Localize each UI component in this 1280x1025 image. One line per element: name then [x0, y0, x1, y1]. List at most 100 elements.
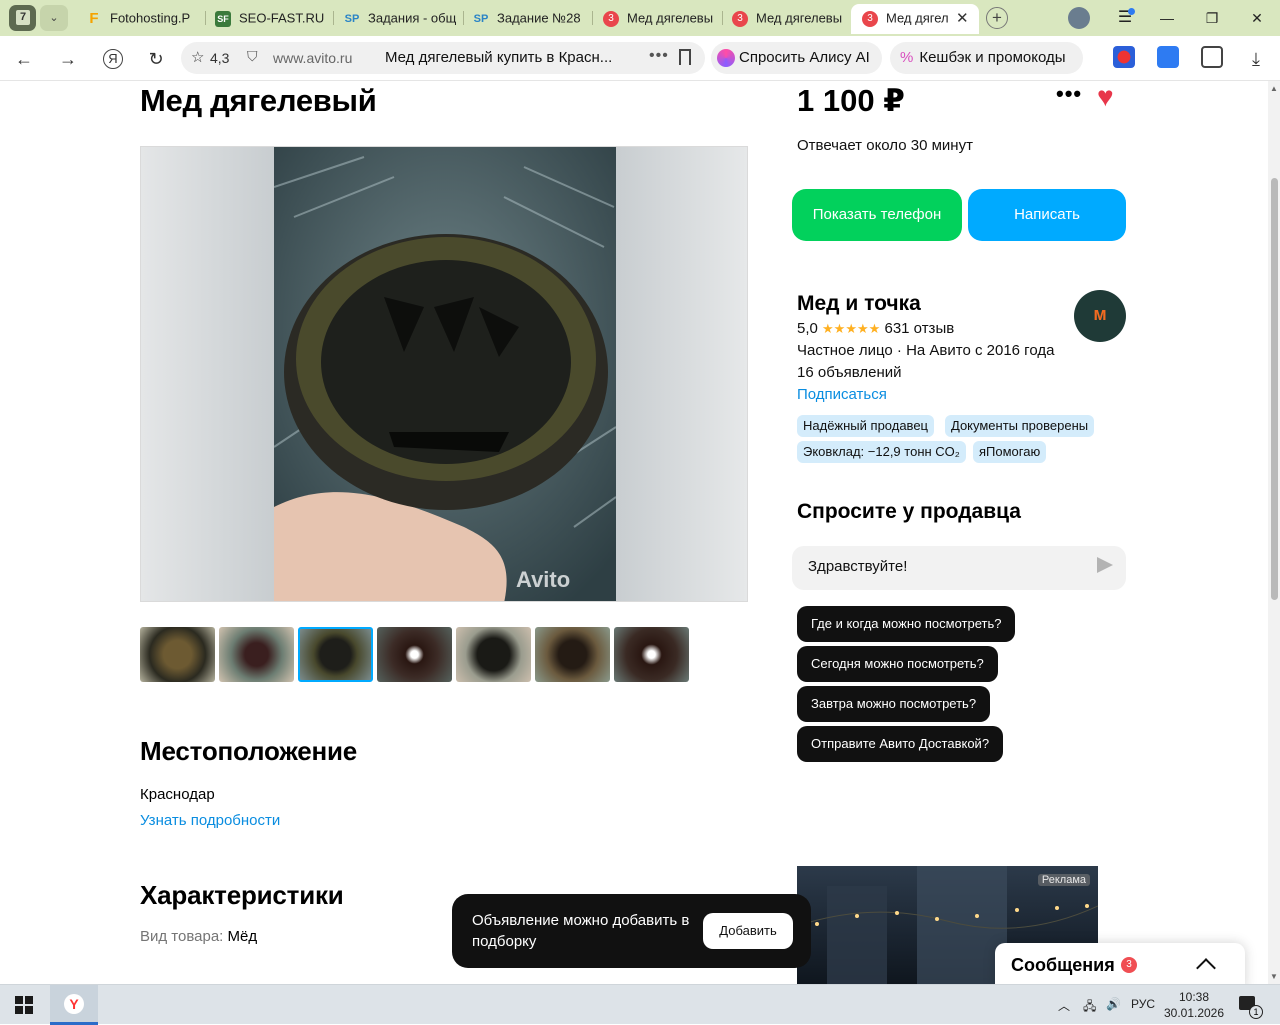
thumbnail-3-selected[interactable]	[298, 627, 373, 682]
seller-rating-value: 5,0	[797, 320, 818, 337]
scroll-up-icon[interactable]: ▲	[1270, 84, 1278, 93]
listing-price: 1 100 ₽	[797, 83, 905, 118]
ask-seller-input[interactable]: Здравствуйте!	[792, 546, 1126, 590]
shield-icon[interactable]: ⛉	[247, 48, 258, 65]
more-icon[interactable]: •••	[649, 47, 669, 65]
cashback-button[interactable]: % Кешбэк и промокоды	[890, 42, 1083, 74]
send-icon[interactable]	[1097, 557, 1113, 573]
tab-list-dropdown-icon[interactable]: ⌄	[40, 5, 68, 31]
close-tab-icon[interactable]: ✕	[956, 9, 969, 27]
tab-label: Мед дягелевы	[756, 10, 843, 26]
language-indicator[interactable]: РУС	[1131, 997, 1155, 1011]
gallery-blur-left	[141, 147, 274, 601]
tab-med-2[interactable]: 3 Мед дягелевы	[732, 5, 844, 31]
tab-label: SEO-FAST.RU	[239, 10, 325, 26]
windows-start-icon[interactable]	[15, 996, 33, 1014]
tab-label: Задание №28	[497, 10, 581, 26]
badge-ya-pomogayu[interactable]: яПомогаю	[973, 441, 1047, 463]
tab-label: Мед дягелевы	[627, 10, 714, 26]
site-rating: 4,3	[210, 50, 230, 66]
chevron-up-icon[interactable]	[1196, 958, 1216, 978]
browser-tab-bar: 7 ⌄ F Fotohosting.P SF SEO-FAST.RU SP Задан…	[0, 0, 1280, 36]
thumbnail-7[interactable]	[614, 627, 689, 682]
add-to-collection-button[interactable]: Добавить	[703, 913, 793, 949]
ask-input-value: Здравствуйте!	[808, 558, 908, 575]
question-today[interactable]: Сегодня можно посмотреть?	[797, 646, 998, 682]
seller-avatar[interactable]: м	[1074, 290, 1126, 342]
extension-globe-icon[interactable]	[1113, 46, 1135, 68]
tab-med-1[interactable]: 3 Мед дягелевы	[603, 5, 715, 31]
reload-button[interactable]: ↻	[143, 46, 169, 72]
downloads-icon[interactable]: ⤓	[1243, 46, 1269, 72]
bookmark-icon[interactable]	[679, 49, 691, 65]
tab-label: Задания - общ	[368, 10, 456, 26]
more-options-icon[interactable]: •••	[1056, 81, 1082, 107]
minimize-button[interactable]: —	[1152, 6, 1182, 30]
volume-icon[interactable]: 🔊	[1106, 997, 1121, 1011]
address-bar[interactable]: ☆ 4,3 ⛉ www.avito.ru Мед дягелевый купит…	[181, 42, 705, 74]
clock[interactable]: 10:38 30.01.2026	[1162, 989, 1226, 1021]
rating-stars-icon: ★★★★★	[822, 321, 881, 336]
question-where-when[interactable]: Где и когда можно посмотреть?	[797, 606, 1016, 642]
seo-fast-icon: SF	[215, 10, 231, 27]
messages-label: Сообщения	[1011, 955, 1115, 975]
seller-rating: 5,0 ★★★★★ 631 отзыв	[797, 320, 954, 337]
toast-message: Объявление можно добавить в подборку	[472, 912, 690, 950]
ask-seller-heading: Спросите у продавца	[797, 500, 1021, 523]
badge-eco-contribution[interactable]: Эковклад: −12,9 тонн CO₂	[797, 441, 966, 463]
address-toolbar: ← → Я ↻ ☆ 4,3 ⛉ www.avito.ru Мед дягелев…	[0, 36, 1280, 81]
thumbnail-4[interactable]	[377, 627, 452, 682]
thumbnail-6[interactable]	[535, 627, 610, 682]
seller-listings-link[interactable]: 16 объявлений	[797, 364, 902, 381]
show-phone-button[interactable]: Показать телефон	[792, 189, 962, 241]
extension-icon[interactable]	[1157, 46, 1179, 68]
sp-icon: SP	[473, 12, 489, 25]
yandex-icon[interactable]: Я	[103, 49, 123, 69]
clock-date: 30.01.2026	[1163, 1006, 1225, 1020]
back-button[interactable]: ←	[11, 46, 37, 72]
tab-count: 7	[16, 10, 30, 25]
new-tab-button[interactable]: +	[986, 7, 1008, 29]
thumbnail-2[interactable]	[219, 627, 294, 682]
taskbar-yandex-browser[interactable]: Y	[50, 985, 98, 1025]
tab-label: Мед дягел	[886, 10, 949, 26]
seller-reviews-link[interactable]: 631 отзыв	[884, 320, 954, 337]
tab-zadaniya[interactable]: SP Задания - общ	[344, 5, 456, 31]
seller-logo-icon: м	[1093, 304, 1107, 324]
collections-icon[interactable]	[1201, 46, 1223, 68]
profile-avatar[interactable]	[1068, 7, 1090, 29]
scroll-down-icon[interactable]: ▼	[1270, 972, 1278, 981]
thumbnail-5[interactable]	[456, 627, 531, 682]
badge-reliable-seller[interactable]: Надёжный продавец	[797, 415, 934, 437]
question-tomorrow[interactable]: Завтра можно посмотреть?	[797, 686, 991, 722]
seller-name[interactable]: Мед и точка	[797, 292, 921, 316]
restore-button[interactable]: ❐	[1197, 6, 1227, 30]
tab-zadanie-28[interactable]: SP Задание №28	[473, 5, 585, 31]
location-more-link[interactable]: Узнать подробности	[140, 812, 280, 829]
badge-documents-verified[interactable]: Документы проверены	[945, 415, 1095, 437]
write-message-button[interactable]: Написать	[968, 189, 1126, 241]
main-product-photo[interactable]	[274, 147, 616, 601]
photo-gallery[interactable]: Avito	[140, 146, 748, 602]
yandex-browser-icon: Y	[64, 994, 84, 1014]
star-icon: ☆	[191, 49, 205, 66]
favorite-heart-icon[interactable]: ♥	[1097, 81, 1114, 113]
thumbnail-1[interactable]	[140, 627, 215, 682]
forward-button[interactable]: →	[55, 46, 81, 72]
close-window-button[interactable]: ✕	[1242, 6, 1272, 30]
tab-fotohosting[interactable]: F Fotohosting.P	[86, 5, 198, 31]
menu-icon[interactable]: ☰	[1110, 6, 1140, 30]
question-delivery[interactable]: Отправите Авито Доставкой?	[797, 726, 1004, 762]
cashback-label: Кешбэк и промокоды	[919, 49, 1066, 66]
tray-chevron-up-icon[interactable]: ︿	[1058, 997, 1070, 1014]
tab-seo-fast[interactable]: SF SEO-FAST.RU	[215, 5, 327, 31]
scrollbar-thumb[interactable]	[1271, 178, 1278, 600]
messages-panel[interactable]: Сообщения 3	[995, 943, 1245, 984]
network-icon[interactable]: 🖧	[1083, 997, 1096, 1018]
url-domain: www.avito.ru	[273, 50, 353, 66]
ask-alice-button[interactable]: Спросить Алису AI	[711, 42, 882, 74]
page-scrollbar[interactable]: ▲ ▼	[1268, 81, 1280, 984]
tab-counter-button[interactable]: 7	[9, 5, 36, 31]
spec-value: Мёд	[227, 928, 258, 945]
subscribe-link[interactable]: Подписаться	[797, 386, 887, 403]
